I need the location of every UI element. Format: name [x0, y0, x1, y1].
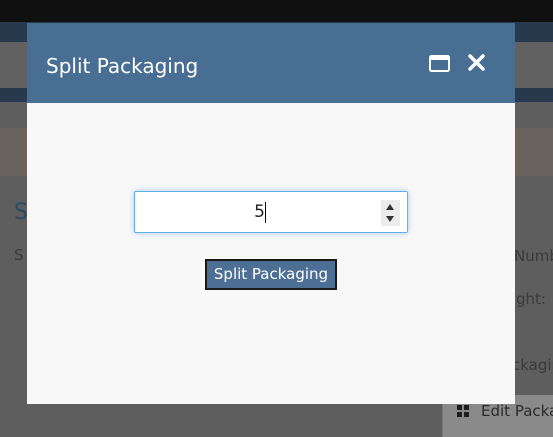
background-label-packaging: ckagin — [512, 356, 553, 374]
grid-icon — [457, 405, 469, 417]
dialog-title: Split Packaging — [46, 54, 199, 78]
dialog-header: Split Packaging — [27, 23, 515, 103]
background-heading: S — [14, 200, 28, 225]
background-subtext: S — [14, 246, 24, 264]
edit-packaging-label: Edit Packa — [481, 402, 553, 420]
split-packaging-dialog: Split Packaging 5 Split Packaging — [27, 23, 515, 404]
quantity-stepper[interactable]: 5 — [134, 191, 408, 233]
text-caret — [265, 202, 266, 223]
spin-down-arrow-icon[interactable] — [381, 213, 400, 226]
background-label-weight: ght: — [516, 290, 546, 308]
quantity-value[interactable]: 5 — [254, 202, 265, 222]
spinner-controls — [381, 200, 400, 226]
maximize-icon[interactable] — [429, 55, 450, 72]
split-packaging-button[interactable]: Split Packaging — [205, 259, 337, 290]
background-top-bar — [0, 0, 553, 22]
close-icon[interactable] — [468, 54, 485, 71]
spin-up-arrow-icon[interactable] — [381, 200, 400, 213]
background-label-number: Numb — [514, 247, 553, 265]
